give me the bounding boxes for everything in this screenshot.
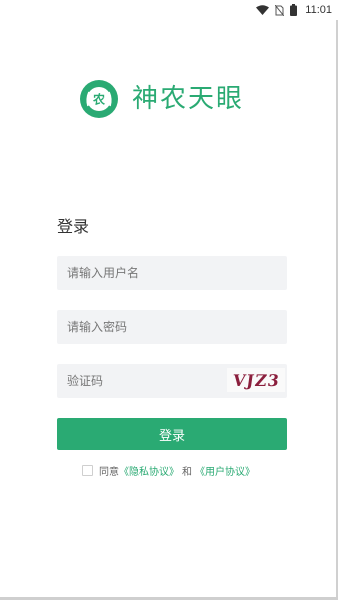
logo-icon: 农	[80, 80, 118, 118]
login-title: 登录	[57, 217, 90, 236]
user-agreement-link[interactable]: 《用户协议》	[195, 463, 255, 478]
privacy-policy-link[interactable]: 《隐私协议》	[119, 463, 179, 478]
status-time: 11:01	[305, 4, 332, 16]
status-bar: 11:01	[0, 0, 338, 20]
brand-name: 神农天眼	[132, 84, 245, 114]
password-input[interactable]	[57, 310, 287, 344]
login-button[interactable]: 登录	[57, 418, 287, 450]
svg-text:农: 农	[92, 92, 105, 107]
captcha-image[interactable]: VJZ3	[227, 368, 285, 392]
captcha-row: VJZ3	[57, 364, 287, 398]
username-input[interactable]	[57, 256, 287, 290]
agree-conjunction: 和	[182, 466, 192, 478]
sim-no-signal-icon	[275, 4, 285, 16]
agree-prefix: 同意	[99, 466, 119, 478]
agree-checkbox[interactable]	[82, 464, 93, 476]
brand-header: 农 神农天眼	[80, 79, 244, 119]
agreement-row: 同意 《隐私协议》 和 《用户协议》	[82, 462, 255, 478]
captcha-code: VJZ3	[231, 370, 281, 390]
battery-icon	[290, 4, 298, 16]
wifi-icon	[256, 5, 270, 15]
